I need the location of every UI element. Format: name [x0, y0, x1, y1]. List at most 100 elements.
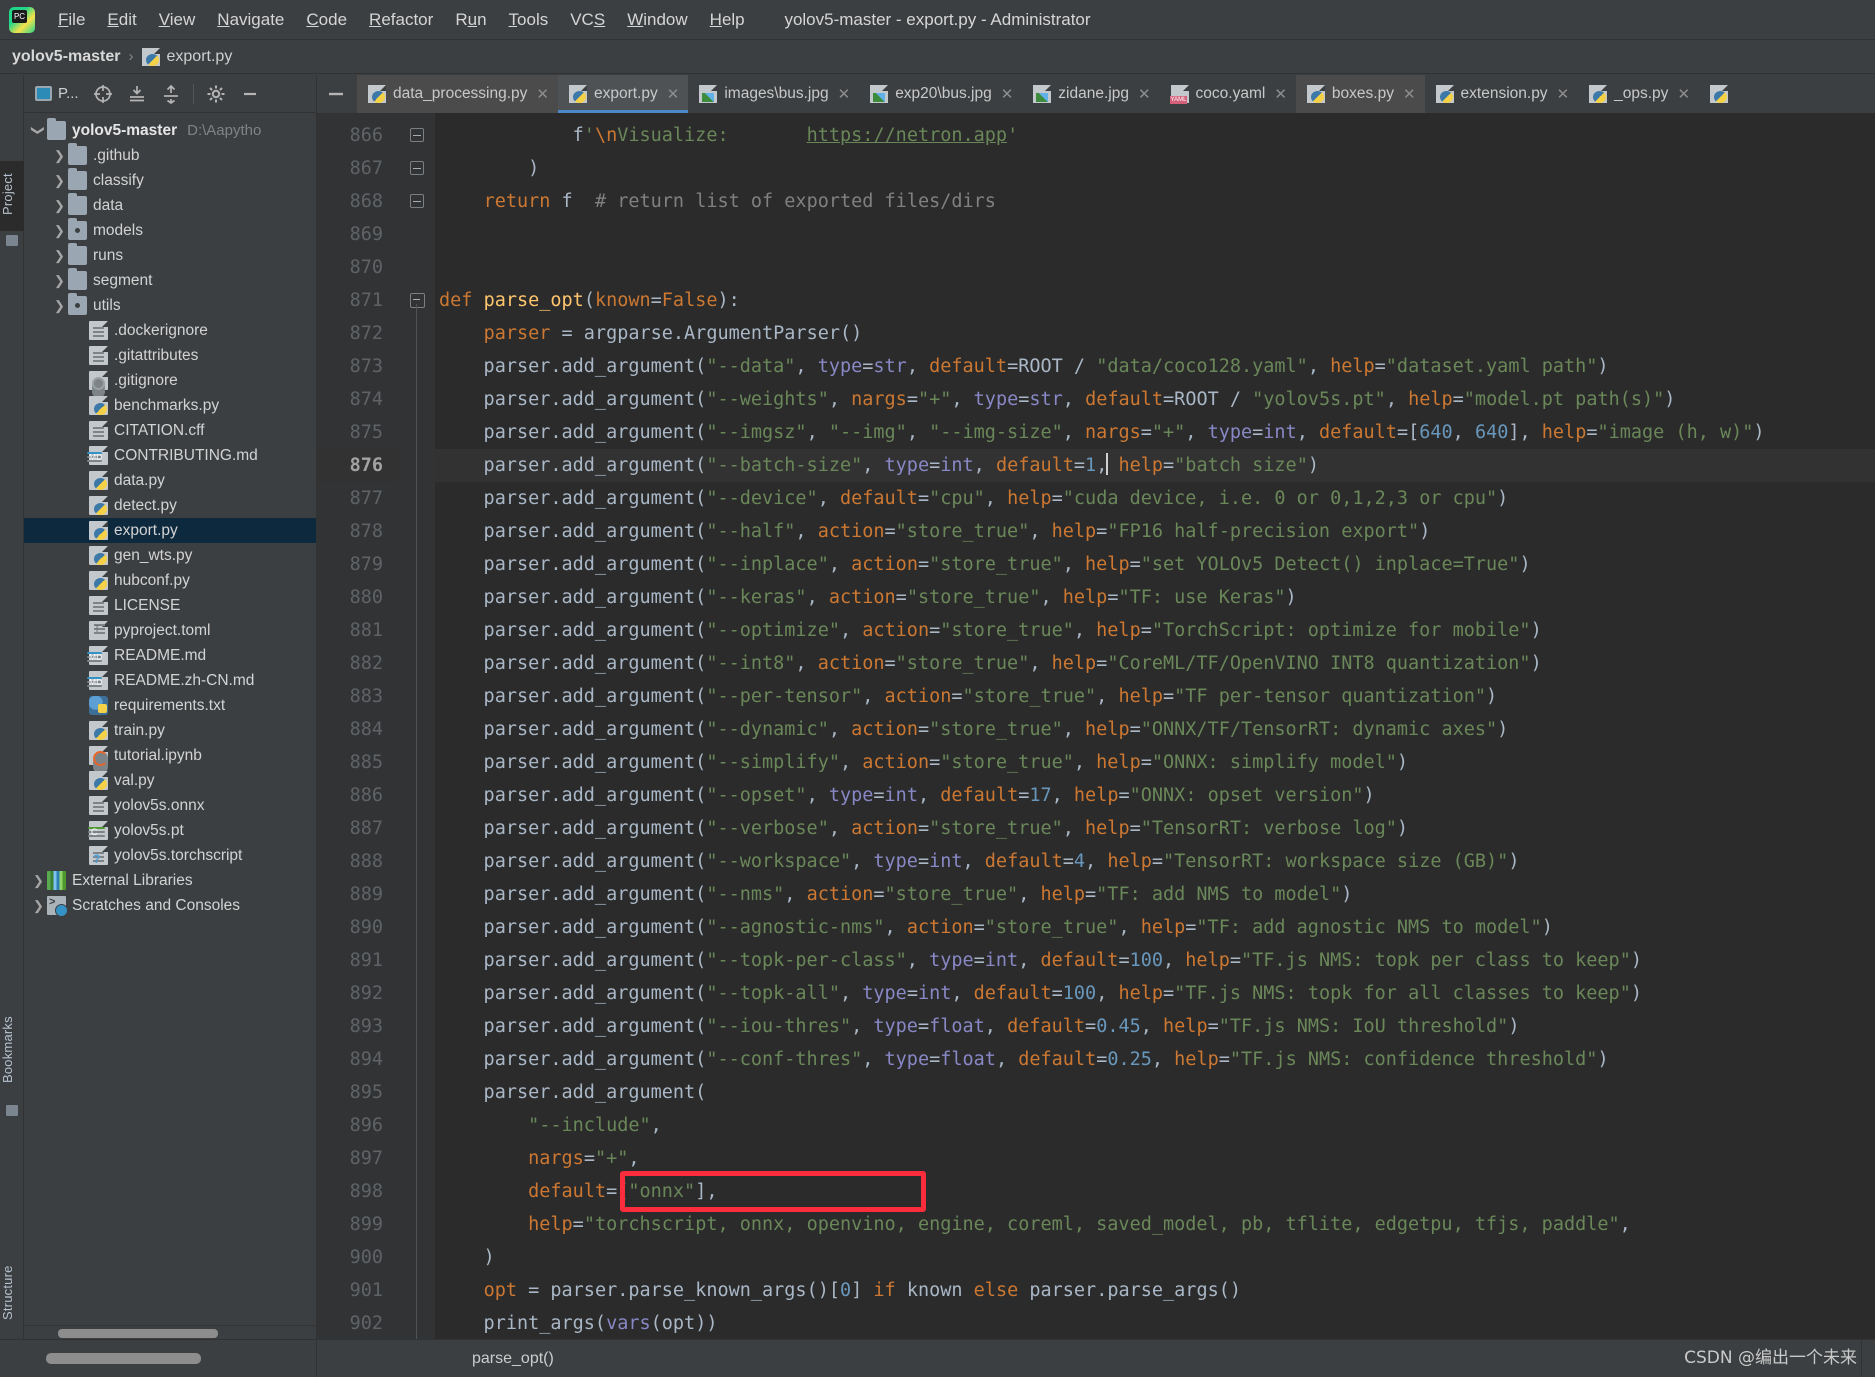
editor-breadcrumb[interactable]: parse_opt(): [317, 1350, 1875, 1368]
fold-region[interactable]: [399, 449, 435, 482]
tree-row[interactable]: CONTRIBUTING.md: [24, 443, 316, 468]
fold-region[interactable]: [399, 317, 435, 350]
tree-row[interactable]: yolov5s.onnx: [24, 793, 316, 818]
tree-row[interactable]: ❯segment: [24, 268, 316, 293]
code-line[interactable]: print_args(vars(opt)): [435, 1307, 1875, 1339]
breadcrumb-project[interactable]: yolov5-master: [12, 48, 121, 66]
editor-tab-zidane-jpg[interactable]: zidane.jpg✕: [1022, 75, 1159, 113]
project-file-tree[interactable]: ❯yolov5-masterD:\Aapytho❯.github❯classif…: [24, 113, 316, 1325]
code-line[interactable]: parser.add_argument("--imgsz", "--img", …: [435, 416, 1875, 449]
tree-row[interactable]: export.py: [24, 518, 316, 543]
fold-region[interactable]: [399, 284, 435, 317]
code-line[interactable]: parser.add_argument("--data", type=str, …: [435, 350, 1875, 383]
code-line[interactable]: parser.add_argument("--optimize", action…: [435, 614, 1875, 647]
editor-tab-bar[interactable]: data_processing.py✕export.py✕images\bus.…: [317, 75, 1875, 113]
tabs-hide-button[interactable]: [317, 75, 357, 113]
tree-row[interactable]: LICENSE: [24, 593, 316, 618]
fold-collapse-icon[interactable]: [410, 161, 424, 175]
tree-row[interactable]: data.py: [24, 468, 316, 493]
close-icon[interactable]: ✕: [838, 85, 851, 103]
fold-region[interactable]: [399, 647, 435, 680]
gear-icon[interactable]: [201, 80, 231, 108]
fold-region[interactable]: [399, 878, 435, 911]
tree-row[interactable]: ❯yolov5-masterD:\Aapytho: [24, 118, 316, 143]
code-line[interactable]: parser.add_argument("--weights", nargs="…: [435, 383, 1875, 416]
menu-bar[interactable]: FileEditViewNavigateCodeRefactorRunTools…: [47, 8, 756, 32]
fold-region[interactable]: [399, 1043, 435, 1076]
fold-region[interactable]: [399, 911, 435, 944]
chevron-right-icon[interactable]: ❯: [51, 172, 68, 189]
tree-row[interactable]: CITATION.cff: [24, 418, 316, 443]
editor-tab-coco-yaml[interactable]: coco.yaml✕: [1160, 75, 1296, 113]
tree-row[interactable]: benchmarks.py: [24, 393, 316, 418]
code-text-area[interactable]: f'\nVisualize: https://netron.app' ) ret…: [435, 113, 1875, 1339]
code-line[interactable]: parser.add_argument("--verbose", action=…: [435, 812, 1875, 845]
collapse-all-icon[interactable]: [156, 80, 186, 108]
code-line[interactable]: parser.add_argument("--simplify", action…: [435, 746, 1875, 779]
code-line[interactable]: parser.add_argument("--batch-size", type…: [435, 449, 1875, 482]
tool-window-button-structure[interactable]: Structure: [0, 1253, 24, 1333]
fold-region[interactable]: [399, 482, 435, 515]
editor-tab-export-py[interactable]: export.py✕: [558, 75, 688, 113]
tree-row[interactable]: README.zh-CN.md: [24, 668, 316, 693]
fold-region[interactable]: [399, 581, 435, 614]
code-line[interactable]: parser.add_argument("--inplace", action=…: [435, 548, 1875, 581]
code-line[interactable]: parser.add_argument("--topk-per-class", …: [435, 944, 1875, 977]
fold-region[interactable]: [399, 1175, 435, 1208]
tree-row[interactable]: ❯utils: [24, 293, 316, 318]
menu-edit[interactable]: Edit: [96, 8, 147, 32]
menu-view[interactable]: View: [148, 8, 207, 32]
code-line[interactable]: [435, 251, 1875, 284]
breadcrumb-file[interactable]: export.py: [167, 48, 233, 66]
fold-region[interactable]: [399, 1142, 435, 1175]
chevron-right-icon[interactable]: ❯: [51, 147, 68, 164]
code-line[interactable]: default=["onnx"],: [435, 1175, 1875, 1208]
chevron-right-icon[interactable]: ❯: [51, 197, 68, 214]
tree-row[interactable]: hubconf.py: [24, 568, 316, 593]
close-icon[interactable]: ✕: [1557, 85, 1570, 103]
fold-region[interactable]: [399, 1307, 435, 1339]
close-icon[interactable]: ✕: [1274, 85, 1287, 103]
code-line[interactable]: [435, 218, 1875, 251]
fold-region[interactable]: [399, 746, 435, 779]
editor-tab-_ops-py[interactable]: _ops.py✕: [1578, 75, 1699, 113]
code-line[interactable]: parser.add_argument("--iou-thres", type=…: [435, 1010, 1875, 1043]
chevron-right-icon[interactable]: ❯: [51, 247, 68, 264]
project-view-selector[interactable]: P...: [30, 83, 84, 104]
close-icon[interactable]: ✕: [1001, 85, 1014, 103]
fold-region[interactable]: [399, 812, 435, 845]
fold-collapse-icon[interactable]: [410, 293, 424, 307]
menu-window[interactable]: Window: [616, 8, 698, 32]
editor-tab[interactable]: [1699, 75, 1737, 113]
menu-refactor[interactable]: Refactor: [358, 8, 444, 32]
tree-row[interactable]: gen_wts.py: [24, 543, 316, 568]
code-line[interactable]: parser.add_argument("--conf-thres", type…: [435, 1043, 1875, 1076]
tree-row[interactable]: tutorial.ipynb: [24, 743, 316, 768]
code-line[interactable]: parser.add_argument("--per-tensor", acti…: [435, 680, 1875, 713]
fold-region[interactable]: [399, 1010, 435, 1043]
fold-region[interactable]: [399, 1109, 435, 1142]
code-line[interactable]: def parse_opt(known=False):: [435, 284, 1875, 317]
tree-row[interactable]: yolov5s.torchscript: [24, 843, 316, 868]
code-line[interactable]: parser.add_argument("--device", default=…: [435, 482, 1875, 515]
fold-region[interactable]: [399, 977, 435, 1010]
tree-row[interactable]: README.md: [24, 643, 316, 668]
fold-collapse-icon[interactable]: [410, 194, 424, 208]
tree-row[interactable]: .gitattributes: [24, 343, 316, 368]
chevron-right-icon[interactable]: ❯: [30, 897, 47, 914]
code-line[interactable]: ): [435, 1241, 1875, 1274]
editor-tab-exp20-bus-jpg[interactable]: exp20\bus.jpg✕: [859, 75, 1022, 113]
tree-row[interactable]: ❯runs: [24, 243, 316, 268]
tree-row[interactable]: requirements.txt: [24, 693, 316, 718]
code-line[interactable]: parser.add_argument("--workspace", type=…: [435, 845, 1875, 878]
crosshair-icon[interactable]: [88, 80, 118, 108]
fold-region[interactable]: [399, 1241, 435, 1274]
code-line[interactable]: parser.add_argument("--topk-all", type=i…: [435, 977, 1875, 1010]
close-icon[interactable]: ✕: [1677, 85, 1690, 103]
code-line[interactable]: return f # return list of exported files…: [435, 185, 1875, 218]
code-line[interactable]: parser = argparse.ArgumentParser(): [435, 317, 1875, 350]
chevron-right-icon[interactable]: ❯: [51, 297, 68, 314]
code-line[interactable]: parser.add_argument("--agnostic-nms", ac…: [435, 911, 1875, 944]
tree-row[interactable]: train.py: [24, 718, 316, 743]
fold-region[interactable]: [399, 614, 435, 647]
